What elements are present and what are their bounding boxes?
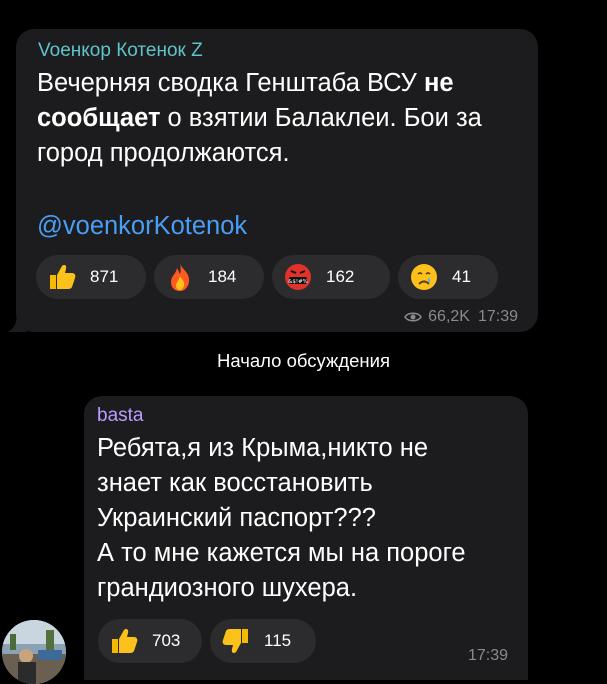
reaction-thumbs-up[interactable]: 703 — [98, 619, 202, 663]
reaction-thumbs-up[interactable]: 871 — [36, 255, 146, 299]
reply-text-line: А то мне кажется мы на пороге — [97, 539, 466, 567]
swearing-face-icon: &$!#% — [282, 261, 314, 293]
eye-icon — [404, 311, 423, 323]
reply-text-line: знает как восстановить — [97, 469, 373, 497]
reaction-fire[interactable]: 184 — [154, 255, 264, 299]
view-count: 66,2K — [428, 308, 470, 325]
crying-face-icon — [408, 261, 440, 293]
svg-text:&$!#%: &$!#% — [288, 279, 308, 285]
thumbs-up-icon — [108, 625, 140, 657]
discussion-start-label: Начало обсуждения — [216, 350, 390, 371]
reply-author-name[interactable]: basta — [97, 405, 143, 427]
reply-text-line: Ребята,я из Крыма,никто не — [97, 434, 429, 462]
reply-text: Ребята,я из Крыма,никто не знает как вос… — [97, 431, 466, 606]
post-text-line: город продолжаются. — [37, 136, 482, 171]
reaction-count: 115 — [264, 631, 292, 650]
reply-time: 17:39 — [467, 647, 508, 664]
reaction-count: 162 — [326, 267, 355, 286]
post-text-line: Вечерняя сводка Генштаба ВСУ не — [37, 66, 482, 101]
reaction-count: 871 — [90, 267, 119, 286]
channel-post-text: Вечерняя сводка Генштаба ВСУ не сообщает… — [37, 66, 482, 171]
reply-text-line: грандиозного шухера. — [97, 574, 358, 602]
channel-post-bubble[interactable]: Voенкор Котенок Z Вечерняя сводка Геншта… — [7, 29, 538, 332]
reply-message-bubble[interactable]: basta Ребята,я из Крыма,никто не знает к… — [84, 396, 528, 680]
avatar[interactable] — [2, 620, 66, 684]
post-time: 17:39 — [477, 308, 518, 325]
post-text-line: сообщает о взятии Балаклеи. Бои за — [37, 101, 482, 136]
fire-icon — [164, 261, 196, 293]
reaction-swearing[interactable]: &$!#% 162 — [272, 255, 390, 299]
text-segment: Вечерняя сводка Генштаба ВСУ — [37, 69, 424, 97]
bold-text-segment: не — [423, 69, 454, 97]
bubble-tail — [7, 314, 27, 332]
reply-meta: 17:39 — [468, 647, 508, 665]
reaction-count: 184 — [208, 267, 237, 286]
reaction-crying[interactable]: 41 — [398, 255, 498, 299]
thumbs-down-icon — [220, 625, 252, 657]
text-segment: город продолжаются. — [37, 139, 290, 167]
reply-text-line: Украинский паспорт??? — [97, 504, 376, 532]
channel-mention-link[interactable]: @voenkorKotenok — [37, 209, 247, 244]
thumbs-up-icon — [46, 261, 78, 293]
reaction-count: 41 — [452, 267, 471, 286]
reaction-thumbs-down[interactable]: 115 — [210, 619, 316, 663]
channel-author-name[interactable]: Voенкор Котенок Z — [38, 40, 203, 62]
text-segment: о взятии Балаклеи. Бои за — [160, 104, 482, 132]
reaction-count: 703 — [152, 631, 181, 650]
post-meta: 66,2K 17:39 — [404, 308, 518, 326]
bold-text-segment: сообщает — [37, 104, 161, 132]
